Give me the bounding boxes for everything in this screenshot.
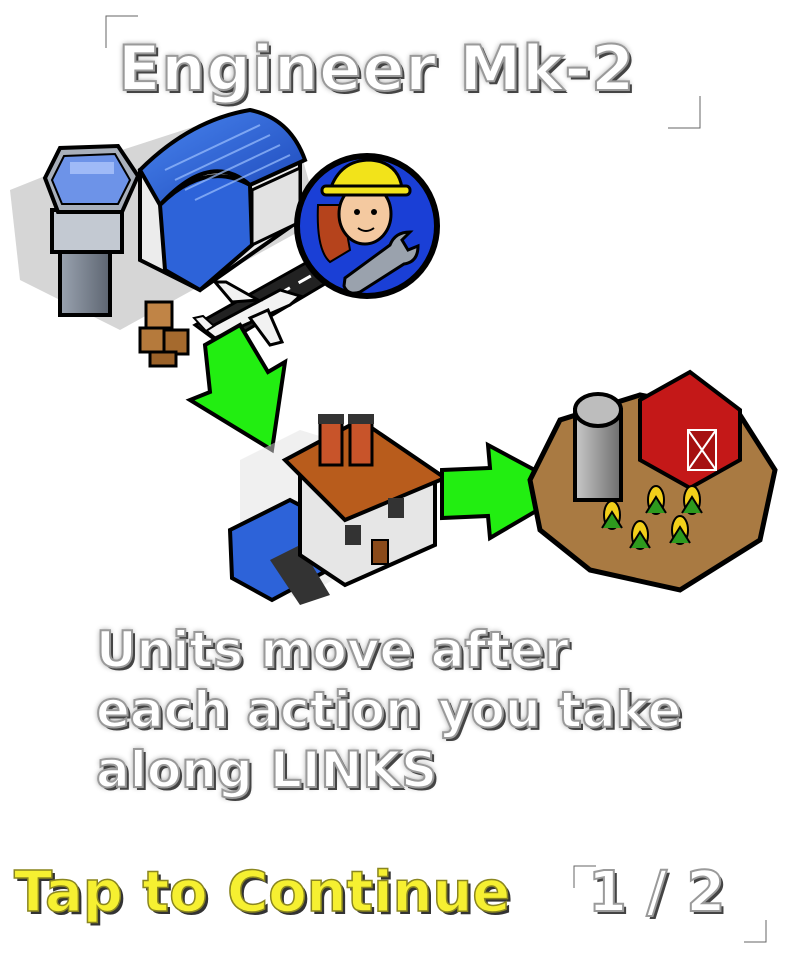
farm-icon [527, 369, 778, 593]
tutorial-description: Units move after each action you take al… [95, 620, 682, 800]
airport-icon [10, 107, 348, 368]
description-line-1: Units move after [95, 620, 570, 680]
page-counter: 1 / 2 [587, 859, 726, 926]
cargo-crates [138, 300, 190, 368]
tutorial-illustration [10, 107, 778, 605]
tap-to-continue-button[interactable]: Tap to Continue [13, 859, 511, 926]
engineer-badge-icon [294, 153, 440, 299]
description-line-2: each action you take [95, 680, 682, 740]
counter-bracket-bottom-right [744, 920, 769, 945]
description-line-3: along LINKS [95, 740, 438, 800]
